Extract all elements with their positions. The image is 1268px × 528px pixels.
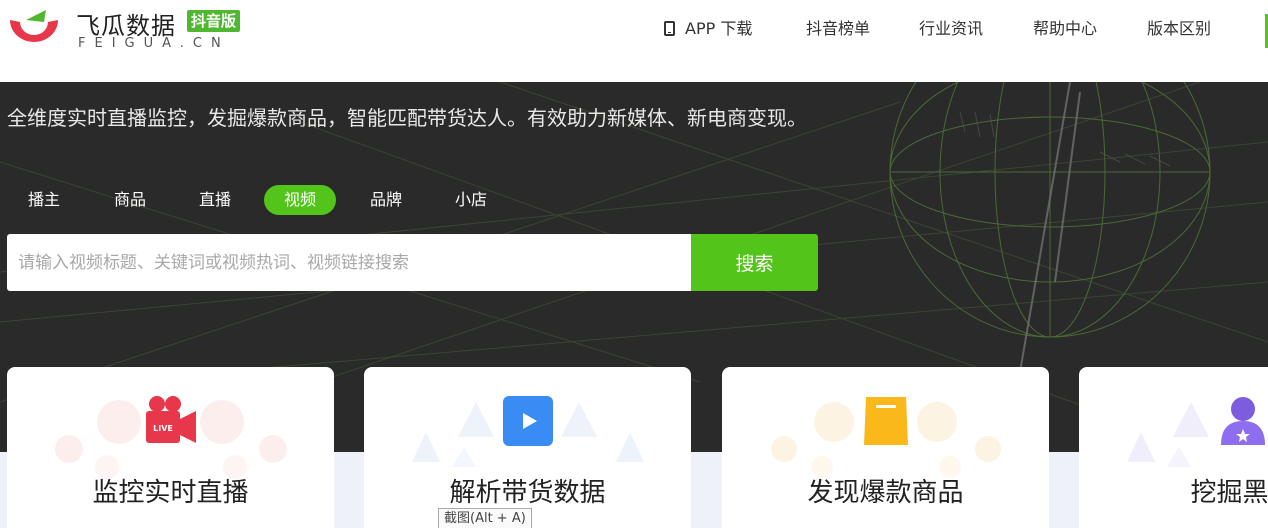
live-badge-text: LIVE (153, 424, 173, 433)
tab-live[interactable]: 直播 (199, 185, 231, 215)
tab-product[interactable]: 商品 (114, 185, 146, 215)
site-header: 飞瓜数据 抖音版 FEIGUA.CN APP 下载 抖音榜单 行业资讯 帮助中心… (0, 0, 1268, 82)
feature-card-title: 解析带货数据 (449, 478, 606, 508)
screenshot-tooltip: 截图(Alt + A) (438, 508, 532, 528)
feature-card-title: 发现爆款商品 (807, 478, 964, 508)
search-bar: 搜索 (7, 234, 818, 291)
search-button[interactable]: 搜索 (691, 234, 818, 291)
user-star-icon (1221, 397, 1265, 445)
search-input[interactable] (7, 234, 691, 291)
nav-industry-news[interactable]: 行业资讯 (919, 18, 983, 40)
play-video-icon (503, 396, 553, 446)
tab-streamer[interactable]: 播主 (28, 185, 60, 215)
feature-card-dark-horse[interactable]: 挖掘黑马 (1079, 367, 1268, 528)
logo-badge: 抖音版 (187, 10, 241, 32)
logo-text-en: FEIGUA.CN (78, 36, 230, 51)
feature-card-sales-data[interactable]: 解析带货数据 (364, 367, 691, 528)
shopping-bag-icon (864, 397, 908, 445)
hero-slogan: 全维度实时直播监控，发掘爆款商品，智能匹配带货达人。有效助力新媒体、新电商变现。 (7, 106, 807, 130)
tab-brand[interactable]: 品牌 (370, 185, 402, 215)
live-camera-icon: LIVE (146, 396, 196, 443)
hero-section: 全维度实时直播监控，发掘爆款商品，智能匹配带货达人。有效助力新媒体、新电商变现。… (0, 82, 1268, 528)
nav-help-center[interactable]: 帮助中心 (1033, 18, 1097, 40)
tab-video[interactable]: 视频 (264, 185, 337, 215)
feature-card-title: 监控实时直播 (92, 478, 249, 508)
nav-app-download-label: APP 下载 (685, 19, 753, 38)
phone-icon (664, 21, 675, 36)
feigua-logo-icon[interactable] (4, 8, 64, 52)
nav-version-diff[interactable]: 版本区别 (1147, 18, 1211, 40)
nav-app-download[interactable]: APP 下载 (664, 18, 752, 40)
tab-shop[interactable]: 小店 (455, 185, 487, 215)
nav-douyin-rank[interactable]: 抖音榜单 (806, 18, 870, 40)
feature-card-title: 挖掘黑马 (1190, 478, 1268, 508)
feature-card-live[interactable]: LIVE 监控实时直播 (7, 367, 334, 528)
feature-card-hot-products[interactable]: 发现爆款商品 (722, 367, 1049, 528)
